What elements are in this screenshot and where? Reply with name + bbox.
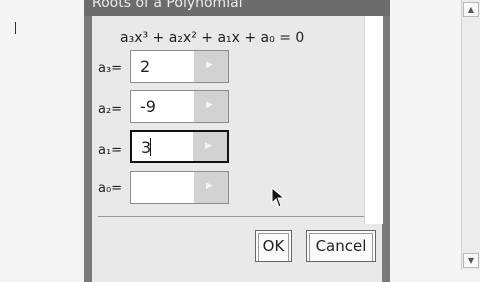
roots-of-polynomial-dialog: Roots of a Polynomial a₃x³ + a₂x² + a₁x … xyxy=(84,0,390,282)
dialog-titlebar[interactable]: Roots of a Polynomial xyxy=(84,0,390,16)
right-arrow-icon: ▶ xyxy=(206,60,213,70)
right-arrow-icon: ▶ xyxy=(206,100,213,110)
scroll-down-arrow-icon[interactable]: ▼ xyxy=(463,253,479,268)
a0-spin-button[interactable]: ▶ xyxy=(194,172,228,203)
a3-label: a₃= xyxy=(98,61,123,76)
a1-spin-button[interactable]: ▶ xyxy=(193,132,227,161)
dialog-scrollbar[interactable] xyxy=(364,16,383,224)
a3-value: 2 xyxy=(140,57,151,76)
a1-input[interactable]: 3 ▶ xyxy=(130,130,229,163)
a0-label: a₀= xyxy=(98,181,123,196)
mouse-pointer-icon xyxy=(271,187,285,208)
a2-value: -9 xyxy=(140,97,156,116)
right-arrow-icon: ▶ xyxy=(206,181,213,191)
a2-input[interactable]: -9 ▶ xyxy=(130,90,229,123)
polynomial-equation: a₃x³ + a₂x² + a₁x + a₀ = 0 xyxy=(120,30,305,46)
a3-spin-button[interactable]: ▶ xyxy=(194,51,228,82)
ok-button-label: OK xyxy=(262,237,285,255)
a1-label: a₁= xyxy=(98,143,123,158)
dialog-title: Roots of a Polynomial xyxy=(92,0,243,11)
cancel-button-label: Cancel xyxy=(315,237,367,255)
ok-button[interactable]: OK xyxy=(255,230,292,262)
a2-spin-button[interactable]: ▶ xyxy=(194,91,228,122)
scroll-up-arrow-icon[interactable]: ▲ xyxy=(463,2,479,17)
document-scrollbar[interactable]: ▲ ▼ xyxy=(461,0,480,270)
dialog-divider xyxy=(98,216,364,217)
a0-input[interactable]: ▶ xyxy=(130,171,229,204)
right-arrow-icon: ▶ xyxy=(205,141,212,151)
text-cursor xyxy=(15,22,16,34)
a2-label: a₂= xyxy=(98,102,123,117)
cancel-button[interactable]: Cancel xyxy=(306,230,376,262)
a3-input[interactable]: 2 ▶ xyxy=(130,50,229,83)
input-caret xyxy=(150,138,151,156)
